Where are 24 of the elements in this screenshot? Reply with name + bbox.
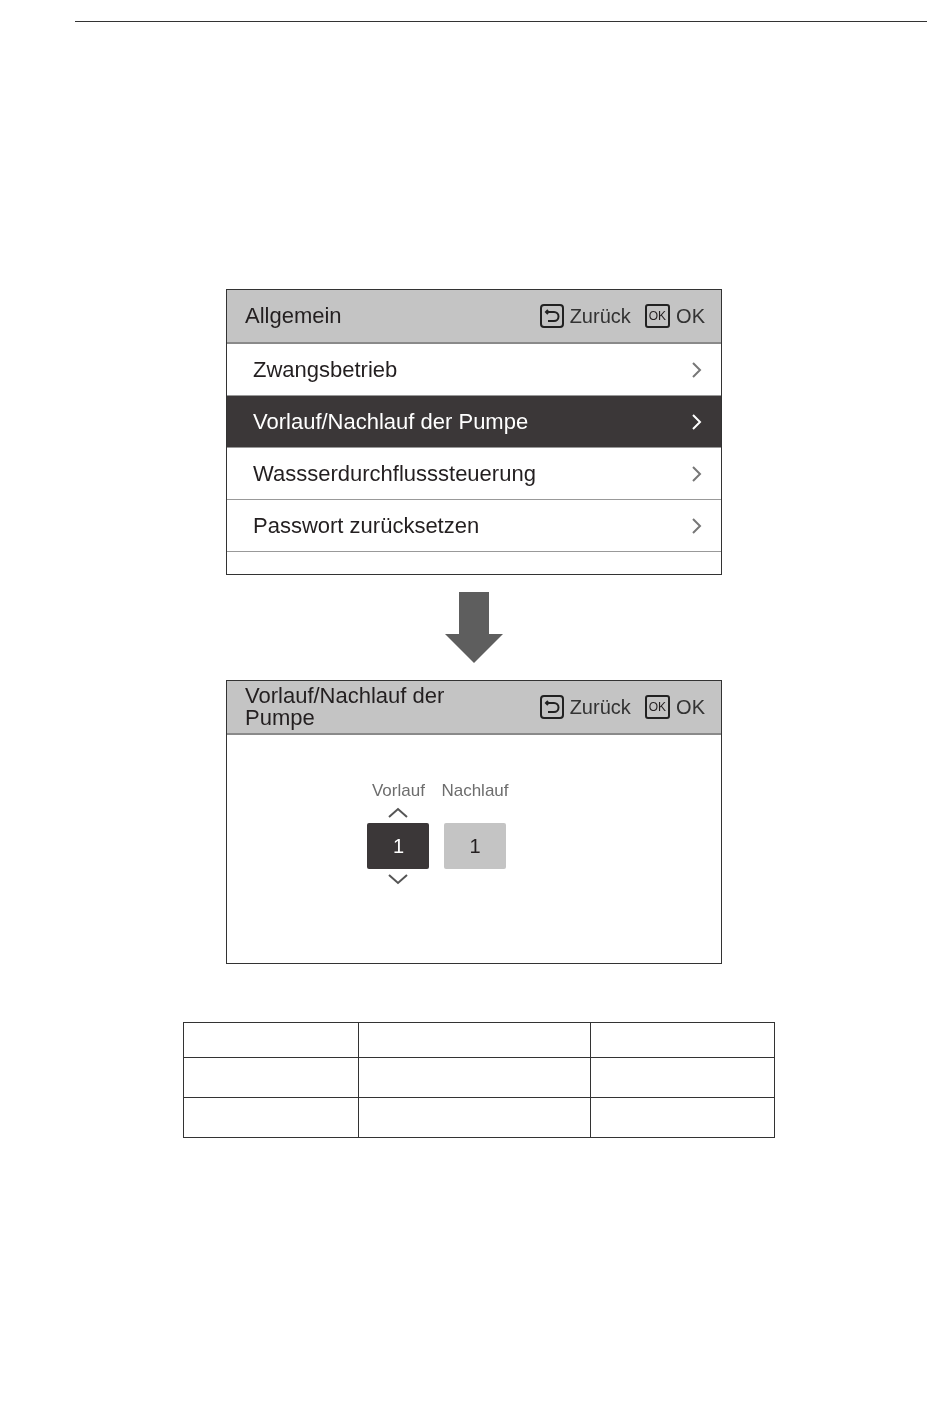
chevron-right-icon bbox=[691, 360, 703, 379]
back-icon bbox=[539, 695, 564, 719]
down-arrow-icon bbox=[444, 592, 504, 664]
chevron-down-icon bbox=[387, 872, 410, 886]
action-label[interactable]: Zurück bbox=[569, 695, 631, 719]
chevron-right-icon bbox=[691, 412, 703, 431]
menu-item[interactable]: Passwort zurücksetzen bbox=[227, 500, 721, 552]
action-label[interactable]: OK bbox=[676, 304, 705, 328]
spinner-label: Nachlauf bbox=[441, 781, 509, 802]
screen-title: Vorlauf/Nachlauf der Pumpe bbox=[245, 685, 446, 729]
action-label[interactable]: OK bbox=[676, 695, 705, 719]
chevron-right-icon bbox=[691, 516, 703, 535]
ok-key-icon: OK bbox=[644, 304, 671, 328]
value-box[interactable]: 1 bbox=[444, 823, 506, 869]
value-box[interactable]: 1 bbox=[367, 823, 430, 869]
chevron-right-icon bbox=[691, 464, 703, 483]
menu-item[interactable]: Vorlauf/Nachlauf der Pumpe bbox=[227, 396, 721, 448]
menu-item[interactable]: Wassserdurchflusssteuerung bbox=[227, 448, 721, 500]
spinner-label: Vorlauf bbox=[371, 781, 425, 802]
back-icon bbox=[539, 304, 564, 328]
chevron-up-icon bbox=[387, 806, 410, 820]
ok-key-icon: OK bbox=[644, 695, 671, 719]
action-label[interactable]: Zurück bbox=[569, 304, 631, 328]
screen-title: Allgemein bbox=[245, 305, 343, 327]
